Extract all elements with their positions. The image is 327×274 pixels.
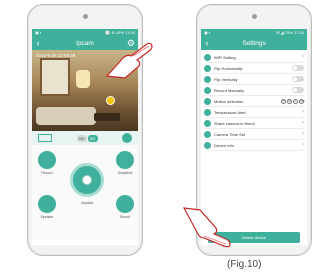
grid-view-icon[interactable] [38,134,52,142]
settings-item-icon [204,97,211,105]
joystick-knob[interactable] [82,175,92,185]
figure: ▣ ▪ ⚪ ⊕ 19% 17:04 ‹ Ipcam ⚙ 2016-5-26 12… [0,0,327,274]
pointing-hand-icon [182,207,231,248]
settings-row[interactable]: Camera Time Set › [204,129,304,140]
settings-row[interactable]: Device info › [204,140,304,151]
more-icon[interactable] [122,133,132,143]
room-sofa [36,107,96,125]
settings-item-label: Share camera to friend [214,120,255,126]
settings-item-icon [204,64,211,72]
settings-item-label: Flip Vertically [214,76,238,82]
feed-timestamp: 2016-5-26 12:09:38 [36,53,76,58]
motion-level-selector[interactable]: H M L OFF [281,98,305,104]
settings-row[interactable]: Share camera to friend › [204,118,304,129]
toggle-switch[interactable] [292,65,304,71]
toggle-switch[interactable] [292,87,304,93]
settings-item-label: Camera Time Set [214,131,246,137]
settings-row[interactable]: Flip Vertically [204,74,304,85]
settings-item-icon [204,130,211,138]
speaker-button[interactable] [38,195,56,213]
chevron-right-icon: › [302,120,304,126]
motion-level-option[interactable]: OFF [299,98,305,104]
back-icon[interactable]: ‹ [201,36,213,50]
back-icon[interactable]: ‹ [32,36,44,50]
record-button[interactable] [38,151,56,169]
settings-row[interactable]: Flip Horizontally [204,63,304,74]
status-left: ▣ ▪ [35,30,42,35]
settings-item-label: Motion detection [214,98,244,104]
settings-row[interactable]: Temperature Alert › [204,107,304,118]
room-window [40,58,70,96]
figure-caption: (Fig.10) [227,259,262,270]
joystick-label: Joystick [80,201,94,205]
settings-item-label: Device info [214,142,234,148]
settings-list: WiFi Setting › Flip Horizontally Flip Verti… [201,50,307,153]
tab-hd[interactable]: HD [76,134,87,142]
snapshot-label: Snapshot [117,171,133,175]
room-lamp [76,70,90,88]
view-toolbar: HD SD [32,131,138,145]
pointing-hand-icon [105,42,153,79]
status-left: ▣ ▪ [204,30,211,35]
chevron-right-icon: › [302,54,304,60]
title-bar: ‹ Settings [201,36,307,50]
speaker-dot [83,14,88,19]
status-bar: ▣ ▪ ✉ ◢ 75% 17:24 [201,29,307,36]
status-bar: ▣ ▪ ⚪ ⊕ 19% 17:04 [32,29,138,36]
settings-item-label: Temperature Alert [214,109,246,115]
joystick-control[interactable] [70,163,104,197]
settings-item-icon [204,53,211,61]
settings-item-icon [204,86,211,94]
chevron-right-icon: › [302,142,304,148]
quality-switch[interactable]: HD SD [76,134,98,142]
tab-sd[interactable]: SD [87,134,98,142]
status-right: ✉ ◢ 75% 17:24 [276,30,304,35]
settings-item-label: Flip Horizontally [214,65,243,71]
settings-row[interactable]: Motion detection H M L OFF [204,96,305,107]
settings-item-icon [204,108,211,116]
sound-label: Sound [119,215,131,219]
room-table [94,113,120,121]
motion-level-option[interactable]: M [287,98,292,104]
settings-item-icon [204,119,211,127]
speaker-dot [252,14,257,19]
settings-row[interactable]: WiFi Setting › [204,52,304,63]
speaker-label: Speaker [40,215,54,219]
settings-item-icon [204,141,211,149]
motion-level-option[interactable]: L [293,98,298,104]
snapshot-button[interactable] [116,151,134,169]
chevron-right-icon: › [302,109,304,115]
motion-level-option[interactable]: H [281,98,286,104]
page-title: Settings [242,39,266,47]
sound-button[interactable] [116,195,134,213]
chevron-right-icon: › [302,131,304,137]
settings-item-label: WiFi Setting [214,54,236,60]
controls-panel: Record Snapshot Joystick Speaker Sound [32,145,138,240]
settings-item-label: Record Manually [214,87,245,93]
hotspot-icon[interactable] [106,96,115,105]
status-right: ⚪ ⊕ 19% 17:04 [105,30,135,35]
record-label: Record [41,171,53,175]
settings-row[interactable]: Record Manually [204,85,304,96]
toggle-switch[interactable] [292,76,304,82]
settings-item-icon [204,75,211,83]
